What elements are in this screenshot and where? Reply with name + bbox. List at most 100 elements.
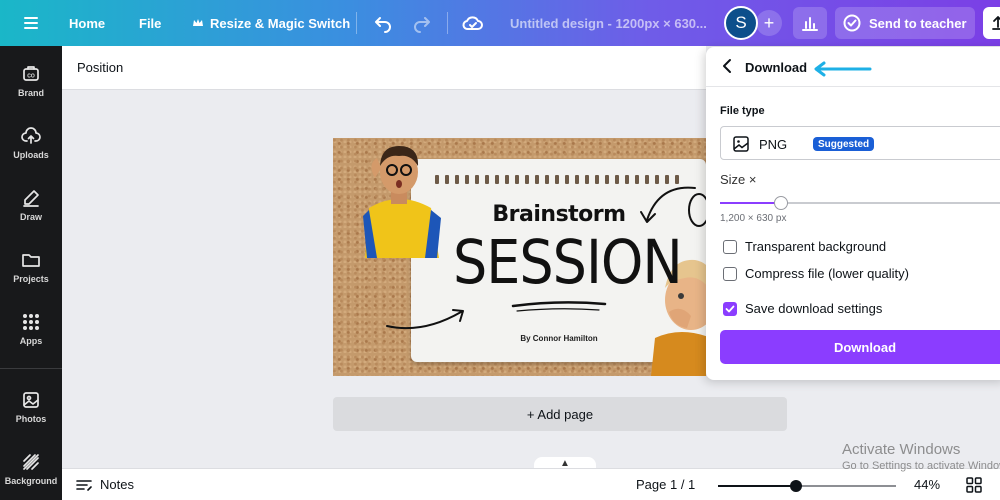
size-slider-handle[interactable] [773,196,788,210]
position-button[interactable]: Position [77,60,123,75]
background-pattern-icon [23,454,39,470]
context-toolbar: Position [62,46,706,90]
sidebar-item-label: Photos [15,414,47,424]
page-count[interactable]: Page 1 / 1 [636,477,695,492]
design-byline[interactable]: By Connor Hamilton [453,334,665,343]
spiral-ring [575,175,579,184]
undo-icon[interactable] [373,0,393,46]
resize-magic-switch-button[interactable]: Resize & Magic Switch [192,0,350,46]
share-button[interactable] [983,7,1000,39]
arrow-doodle-left [386,309,464,330]
size-slider[interactable] [720,196,1000,210]
spiral-ring [595,175,599,184]
resize-label: Resize & Magic Switch [210,15,351,31]
sidebar-item-apps[interactable]: Apps [0,301,62,357]
sidebar-item-draw[interactable]: Draw [0,177,62,233]
notes-icon [76,479,92,491]
grid-view-icon[interactable] [966,477,982,493]
arrow-doodle-right [640,186,706,227]
zoom-slider[interactable] [718,480,896,492]
send-to-teacher-label: Send to teacher [869,15,967,31]
checkbox[interactable] [723,266,737,281]
apps-grid-icon [23,314,39,330]
option-label: Transparent background [745,239,887,254]
file-menu-button[interactable]: File [139,0,161,46]
add-collaborator-button[interactable]: + [756,10,782,36]
download-button[interactable]: Download [720,330,1000,364]
watermark-line-1: Activate Windows [842,441,961,458]
redo-icon[interactable] [412,0,432,46]
zoom-slider-fill [718,485,797,487]
download-panel-title: Download [745,60,808,75]
spiral-ring [535,175,539,184]
design-heading-session[interactable]: SESSION [453,227,683,298]
sidebar-item-label: Uploads [13,150,49,160]
spiral-ring [465,175,469,184]
checkbox[interactable] [723,239,737,254]
checkbox[interactable] [723,301,737,316]
design-page[interactable]: Brainstorm SESSION By Connor Hamilton [333,138,706,376]
spiral-ring [525,175,529,184]
transparent-background-option[interactable]: Transparent background [723,239,886,254]
sidebar-item-background[interactable]: Background [0,441,62,497]
spiral-ring [585,175,589,184]
spiral-ring [485,175,489,184]
insights-button[interactable] [793,7,827,39]
zoom-level[interactable]: 44% [914,477,940,492]
save-download-settings-option[interactable]: Save download settings [723,301,882,316]
top-bar: Home File Resize & Magic Switch Untitled… [0,0,1000,46]
option-label: Save download settings [745,301,883,316]
back-chevron-icon[interactable] [720,58,734,74]
spiral-ring [495,175,499,184]
check-icon [725,305,735,312]
left-sidebar: CO Brand Uploads Draw Projects Apps Phot… [0,46,62,500]
scribble-underline [511,301,607,312]
menu-icon[interactable] [22,0,40,46]
size-label: Size × [720,172,757,187]
home-button[interactable]: Home [69,0,105,46]
sparkle-crown-icon [193,19,203,26]
spiral-ring [555,175,559,184]
file-type-label: File type [720,105,765,117]
user-avatar[interactable]: S [724,6,758,40]
spiral-ring [615,175,619,184]
sidebar-item-label: Projects [13,274,49,284]
sidebar-item-label: Background [4,476,58,486]
sidebar-item-uploads[interactable]: Uploads [0,115,62,171]
spiral-ring [565,175,569,184]
size-dimensions: 1,200 × 630 px [720,213,787,224]
check-circle-icon [843,14,861,32]
download-panel-header: Download [706,47,1000,87]
pen-icon [23,190,39,207]
annotation-arrow-icon [814,61,872,77]
send-to-teacher-button[interactable]: Send to teacher [835,7,975,39]
spiral-ring [455,175,459,184]
option-label: Compress file (lower quality) [745,266,909,281]
size-slider-fill [720,202,781,204]
design-title[interactable]: Untitled design - 1200px × 630... [510,16,707,31]
spiral-ring [515,175,519,184]
spiral-ring [545,175,549,184]
sidebar-item-photos[interactable]: Photos [0,379,62,435]
spiral-ring [625,175,629,184]
sidebar-item-brand[interactable]: CO Brand [0,53,62,109]
divider [447,12,448,34]
spiral-ring [605,175,609,184]
spiral-ring [475,175,479,184]
design-heading-brainstorm[interactable]: Brainstorm [453,202,665,227]
sidebar-item-projects[interactable]: Projects [0,239,62,295]
notes-button[interactable]: Notes [76,477,134,492]
file-type-select[interactable]: PNG Suggested [720,126,1000,160]
sidebar-item-label: Draw [19,212,42,222]
brand-icon: CO [23,66,39,81]
upload-icon [992,16,1000,30]
cloud-saved-icon[interactable] [462,0,484,46]
sidebar-item-label: Apps [19,336,43,346]
sidebar-divider [0,368,62,369]
add-page-button[interactable]: + Add page [333,397,787,431]
bottom-bar: Notes Page 1 / 1 44% [62,468,1000,500]
image-file-icon [733,136,749,152]
photo-boy-with-glasses [363,146,441,258]
compress-file-option[interactable]: Compress file (lower quality) [723,266,909,281]
zoom-slider-handle[interactable] [790,480,803,492]
